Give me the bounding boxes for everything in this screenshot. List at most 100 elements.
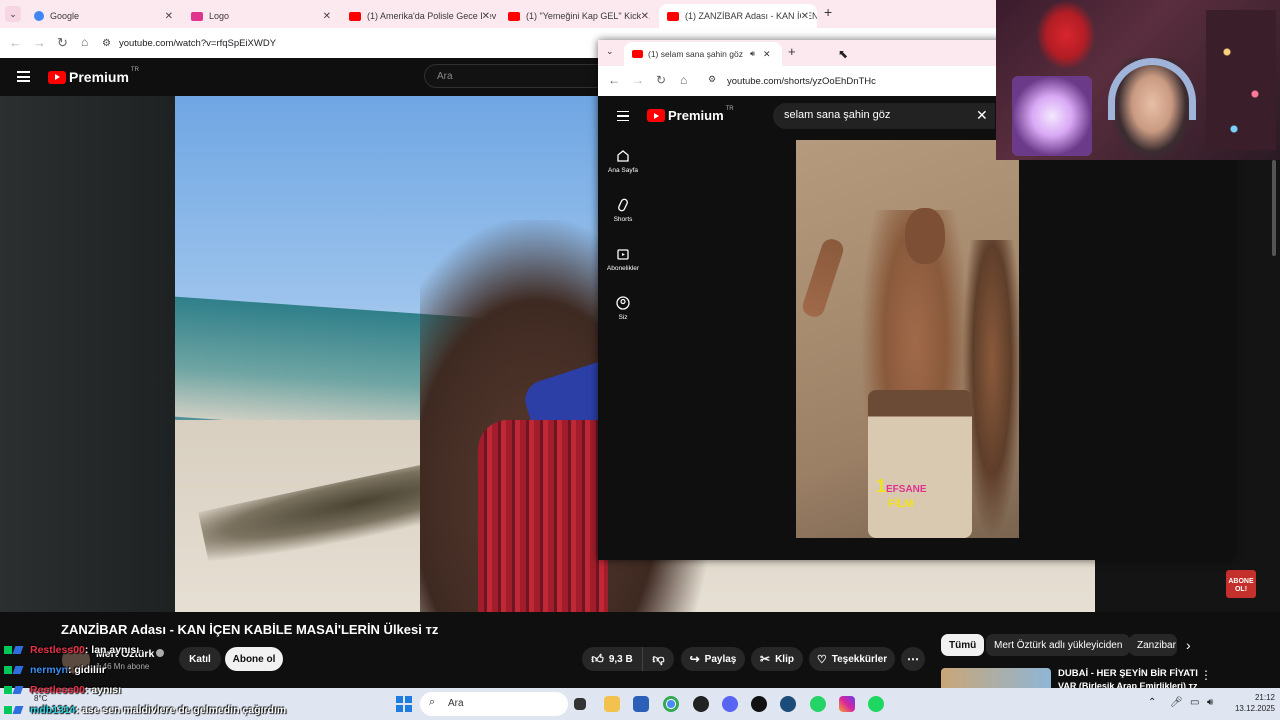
menu-icon[interactable] (617, 111, 629, 121)
new-tab-button[interactable]: + (824, 4, 832, 20)
search-input[interactable]: Ara (424, 64, 604, 88)
account-icon (616, 296, 630, 310)
sub-badge-icon (12, 686, 24, 695)
g-hub-icon[interactable] (751, 696, 767, 712)
volume-icon[interactable]: 🔊︎ (1207, 697, 1213, 708)
chip-zanzibar[interactable]: Zanzibar (1129, 634, 1177, 656)
chip-all[interactable]: Tümü (941, 634, 985, 656)
verified-icon (156, 649, 164, 657)
task-view-icon[interactable] (574, 698, 586, 710)
thanks-label: Teşekkürler (831, 653, 888, 665)
abone-ol-badge: ABONE OL! (1226, 570, 1256, 598)
site-info-icon[interactable]: ⚙ (102, 38, 111, 49)
like-button[interactable]: 👍︎ 9,3 B (582, 647, 642, 671)
watermark-bottom: FİLM (888, 498, 914, 510)
discord-icon[interactable] (722, 696, 738, 712)
tab-logo[interactable]: Logo ✕ (183, 4, 339, 28)
search-icon: ⌕ (429, 696, 436, 708)
close-tab-icon[interactable]: ✕ (763, 49, 771, 60)
display-icon[interactable]: ▭ (1190, 697, 1199, 708)
mod-badge-icon (4, 686, 12, 695)
tab-label: (1) "Yemeğini Kap GEL" Kick & (526, 11, 650, 21)
tray-chevron-icon[interactable]: ⌃ (1148, 697, 1156, 708)
forward-icon[interactable]: → (33, 35, 46, 50)
close-tab-icon[interactable]: ✕ (800, 10, 809, 22)
more-actions-button[interactable]: ⋯ (901, 647, 925, 671)
close-tab-icon[interactable]: ✕ (165, 11, 173, 22)
spotify-icon[interactable] (868, 696, 884, 712)
webcam-lights (1206, 10, 1276, 150)
tab-yemegini[interactable]: (1) "Yemeğini Kap GEL" Kick & ✕ (500, 4, 657, 28)
youtube-premium-logo[interactable]: Premium TR (48, 67, 139, 85)
close-tab-icon[interactable]: ✕ (481, 10, 490, 22)
thanks-icon: ♡ (816, 653, 827, 666)
home-icon[interactable]: ⌂ (81, 35, 88, 49)
url-text: youtube.com/watch?v=rfqSpEiXWDY (118, 37, 277, 49)
taskbar-clock[interactable]: 21:12 13.12.2025 (1225, 692, 1275, 714)
subscribe-button[interactable]: Abone ol (225, 647, 283, 671)
youtube-play-icon (647, 109, 665, 122)
reload-icon[interactable]: ↻ (656, 73, 666, 87)
clip-button[interactable]: ✂ Klip (751, 647, 803, 671)
popup-search-input[interactable]: selam sana şahin göz (773, 103, 995, 129)
steam-icon[interactable] (780, 696, 796, 712)
recommendation-thumbnail[interactable] (941, 668, 1051, 688)
dislike-button[interactable]: 👎︎ (642, 647, 674, 671)
popup-tab-active[interactable]: (1) selam sana şahin göz - Y 🔊︎ ✕ (624, 42, 782, 66)
webcam-pc-case (1012, 76, 1092, 156)
close-tab-icon[interactable]: ✕ (323, 11, 331, 22)
tab-search-button[interactable]: ⌄ (606, 46, 614, 57)
tab-amerika[interactable]: (1) Amerika'da Polisle Gece Dev ✕ (341, 4, 498, 28)
back-icon[interactable]: ← (9, 35, 22, 50)
scrollbar-thumb[interactable] (1272, 160, 1276, 256)
tab-search-button[interactable]: ⌄ (5, 6, 21, 22)
tab-zanzibar[interactable]: (1) ZANZİBAR Adası - KAN İÇEN ✕ (659, 4, 817, 28)
popup-url[interactable]: youtube.com/shorts/yzOoEhDnTHc (727, 76, 876, 87)
logo-favicon-icon (191, 11, 203, 21)
watermark-number: 1 (876, 476, 887, 496)
mod-badge-icon (4, 646, 12, 655)
new-tab-button[interactable]: + (788, 44, 796, 59)
close-tab-icon[interactable]: ✕ (640, 10, 649, 22)
microphone-icon[interactable]: 🎤︎ (1170, 697, 1183, 708)
speaker-icon[interactable]: 🔊︎ (750, 49, 755, 59)
more-vert-icon[interactable]: ⋮ (1200, 668, 1212, 682)
tab-google[interactable]: Google ✕ (26, 4, 181, 28)
menu-icon[interactable] (17, 71, 30, 82)
join-button[interactable]: Katıl (179, 647, 221, 671)
taskbar-search-input[interactable]: ⌕ Ara (420, 692, 568, 716)
subscriptions-icon (617, 249, 629, 260)
reload-icon[interactable]: ↻ (57, 35, 68, 51)
address-bar[interactable]: ⚙ youtube.com/watch?v=rfqSpEiXWDY (102, 33, 622, 53)
like-count: 9,3 B (608, 653, 633, 665)
instagram-icon[interactable] (839, 696, 855, 712)
share-button[interactable]: ↪ Paylaş (681, 647, 745, 671)
back-icon[interactable]: ← (608, 73, 620, 87)
chip-uploader[interactable]: Mert Öztürk adlı yükleyiciden (986, 634, 1131, 656)
file-explorer-icon[interactable] (604, 696, 620, 712)
thumbs-down-icon: 👎︎ (652, 651, 665, 666)
chevron-right-icon[interactable]: › (1186, 637, 1191, 653)
chrome-icon[interactable] (663, 696, 679, 712)
chat-text: : aynısı (84, 684, 122, 696)
tab-label: Google (50, 11, 80, 21)
nav-you[interactable]: Siz (603, 296, 643, 321)
sub-badge-icon (12, 706, 24, 715)
sub-badge-icon (12, 666, 24, 675)
nav-shorts[interactable]: Shorts (603, 198, 643, 223)
site-info-icon[interactable]: ⚙ (708, 74, 716, 85)
store-icon[interactable] (633, 696, 649, 712)
youtube-premium-logo[interactable]: Premium TR (647, 106, 734, 123)
thanks-button[interactable]: ♡ Teşekkürler (809, 647, 895, 671)
home-icon[interactable]: ⌂ (680, 73, 687, 87)
chat-user: Restless00 (30, 644, 85, 656)
home-icon (617, 150, 629, 162)
recommendation-title[interactable]: DUBAİ - HER ŞEYİN BİR FİYATI (1058, 668, 1198, 679)
nav-label: Abonelikler (606, 265, 640, 272)
nav-home[interactable]: Ana Sayfa (603, 149, 643, 174)
davinci-icon[interactable] (693, 696, 709, 712)
nav-subscriptions[interactable]: Abonelikler (603, 247, 643, 272)
forward-icon[interactable]: → (632, 73, 644, 87)
whatsapp-icon[interactable] (810, 696, 826, 712)
clear-search-icon[interactable]: ✕ (976, 107, 988, 124)
